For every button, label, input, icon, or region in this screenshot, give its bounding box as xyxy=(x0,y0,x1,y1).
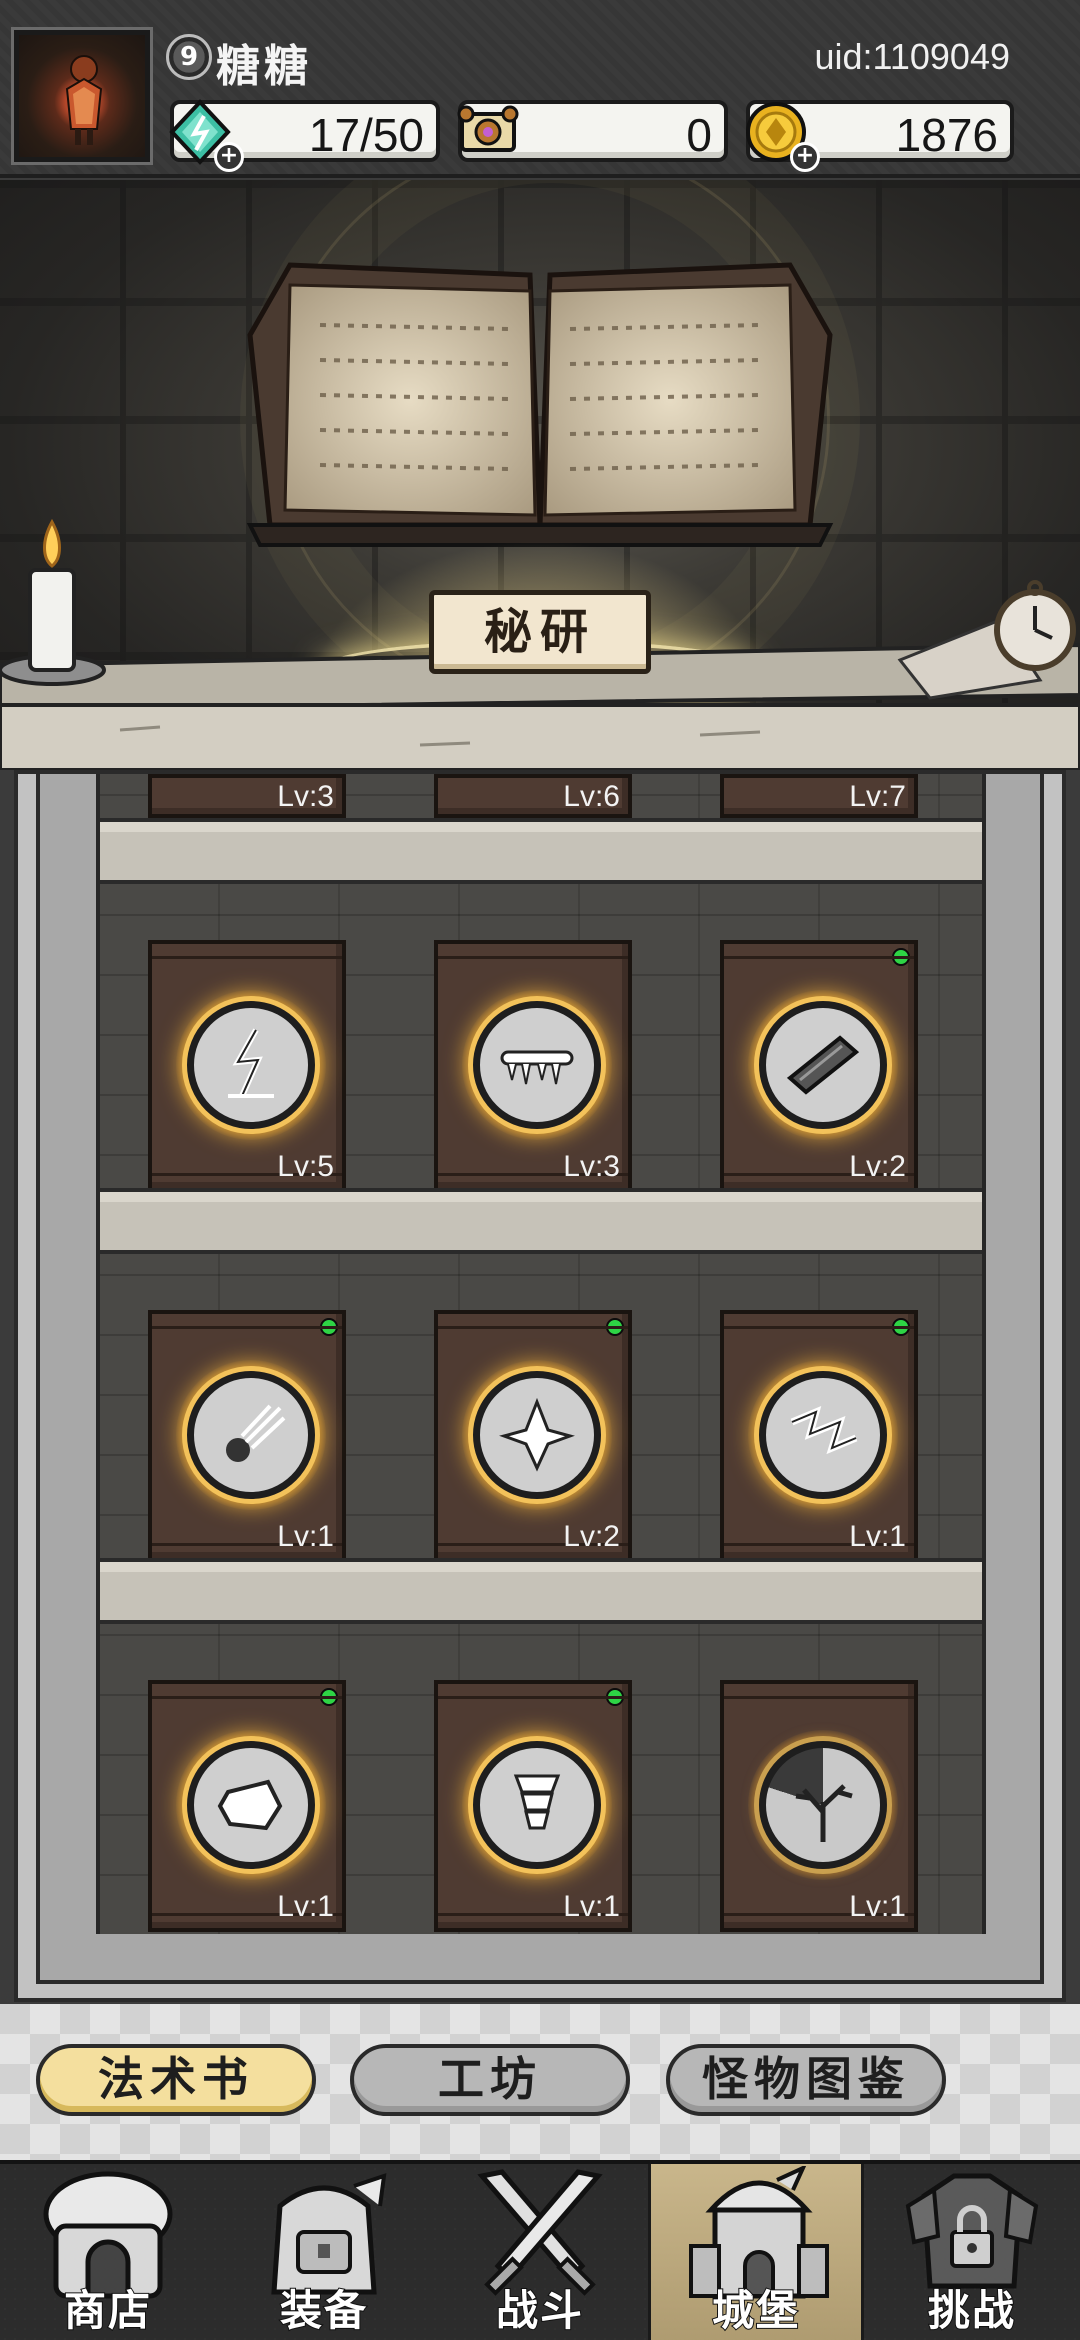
spellbook-level: Lv:5 xyxy=(277,1150,334,1183)
spellbook-card[interactable]: Lv:1 xyxy=(434,1680,632,1932)
spellbook-shelf-scroll[interactable]: Lv:3 Lv:6 Lv:7 Lv:5 Lv:3 Lv:2 Lv:1 Lv:2 … xyxy=(96,774,986,1934)
spellbook-level: Lv:1 xyxy=(277,1890,334,1923)
research-button[interactable]: 秘研 xyxy=(429,590,651,674)
player-uid: uid:1109049 xyxy=(814,36,1010,77)
spellbook-level: Lv:6 xyxy=(563,780,620,813)
fire-log-icon xyxy=(759,1001,887,1129)
rock-shield-icon xyxy=(187,1741,315,1869)
tornado-icon xyxy=(473,1741,601,1869)
tab-monster-codex[interactable]: 怪物图鉴 xyxy=(666,2044,946,2116)
spellbook-level: Lv:3 xyxy=(563,1150,620,1183)
spellbook-card[interactable]: Lv:1 xyxy=(720,1680,918,1932)
player-header: 9 糖糖 uid:1109049 + 17/50 0 + 1876 xyxy=(0,0,1080,178)
icicles-icon xyxy=(473,1001,601,1129)
energy-value: 17/50 xyxy=(308,109,424,161)
spellbook-card[interactable]: Lv:1 xyxy=(148,1310,346,1562)
nav-castle[interactable]: 城堡 xyxy=(648,2164,864,2340)
shelf-board xyxy=(100,1558,982,1624)
shelf-board xyxy=(100,1188,982,1254)
bottom-navigation: 商店 装备 战斗 城堡 挑战 xyxy=(0,2160,1080,2340)
nav-castle-label: 城堡 xyxy=(711,2285,800,2336)
ice-crystal-icon xyxy=(473,1371,601,1499)
open-spellbook-icon[interactable] xyxy=(230,225,850,555)
candle-icon xyxy=(0,518,106,686)
nav-challenge-label: 挑战 xyxy=(927,2285,1016,2336)
coin-value: 1876 xyxy=(895,109,998,161)
spellbook-card[interactable]: Lv:2 xyxy=(720,940,918,1192)
nav-battle-label: 战斗 xyxy=(495,2285,584,2336)
nav-shop-label: 商店 xyxy=(63,2285,152,2336)
coin-add-button[interactable]: + xyxy=(790,142,820,172)
cabinet-inner-frame: Lv:3 Lv:6 Lv:7 Lv:5 Lv:3 Lv:2 Lv:1 Lv:2 … xyxy=(36,774,1044,1984)
spellbook-card[interactable]: Lv:3 xyxy=(434,940,632,1192)
spellbook-card[interactable]: Lv:3 xyxy=(148,774,346,818)
pocket-watch-icon xyxy=(897,580,1076,700)
game-screen: 9 糖糖 uid:1109049 + 17/50 0 + 1876 秘研 Lv:… xyxy=(0,0,1080,2340)
tab-workshop[interactable]: 工坊 xyxy=(350,2044,630,2116)
spellbook-card[interactable]: Lv:1 xyxy=(148,1680,346,1932)
ticket-counter[interactable]: 0 xyxy=(457,100,728,162)
spellbook-level: Lv:2 xyxy=(563,1520,620,1553)
nav-challenge[interactable]: 挑战 xyxy=(864,2164,1080,2340)
coin-counter[interactable]: + 1876 xyxy=(746,100,1014,172)
nav-shop[interactable]: 商店 xyxy=(0,2164,216,2340)
thunder-tree-icon xyxy=(759,1741,887,1869)
player-level-badge: 9 xyxy=(166,34,212,80)
spellbook-level: Lv:1 xyxy=(277,1520,334,1553)
meteor-icon xyxy=(187,1371,315,1499)
research-scene: 秘研 xyxy=(0,180,1080,770)
energy-counter[interactable]: + 17/50 xyxy=(169,99,440,172)
treasure-map-icon xyxy=(457,105,519,152)
spellbook-card[interactable]: Lv:6 xyxy=(434,774,632,818)
spellbook-card[interactable]: Lv:7 xyxy=(720,774,918,818)
chain-lightning-icon xyxy=(759,1371,887,1499)
energy-add-button[interactable]: + xyxy=(214,142,244,172)
lightning-strike-icon xyxy=(187,1001,315,1129)
spellbook-level: Lv:1 xyxy=(849,1520,906,1553)
section-tabs: 法术书 工坊 怪物图鉴 xyxy=(0,2004,1080,2160)
spellbook-cabinet: Lv:3 Lv:6 Lv:7 Lv:5 Lv:3 Lv:2 Lv:1 Lv:2 … xyxy=(14,770,1066,2002)
nav-equipment-label: 装备 xyxy=(279,2285,368,2336)
nav-equipment[interactable]: 装备 xyxy=(216,2164,432,2340)
shelf-board xyxy=(100,818,982,884)
spellbook-card[interactable]: Lv:5 xyxy=(148,940,346,1192)
spellbook-level: Lv:2 xyxy=(849,1150,906,1183)
player-avatar[interactable] xyxy=(14,30,150,162)
player-name: 糖糖 xyxy=(216,41,312,92)
spellbook-level: Lv:7 xyxy=(849,780,906,813)
spellbook-card[interactable]: Lv:1 xyxy=(720,1310,918,1562)
tab-spellbooks[interactable]: 法术书 xyxy=(36,2044,316,2116)
character-portrait-icon xyxy=(65,55,103,145)
spellbook-level: Lv:1 xyxy=(563,1890,620,1923)
ticket-value: 0 xyxy=(686,109,712,161)
nav-battle[interactable]: 战斗 xyxy=(432,2164,648,2340)
spellbook-card[interactable]: Lv:2 xyxy=(434,1310,632,1562)
spellbook-level: Lv:3 xyxy=(277,780,334,813)
spellbook-level: Lv:1 xyxy=(849,1890,906,1923)
